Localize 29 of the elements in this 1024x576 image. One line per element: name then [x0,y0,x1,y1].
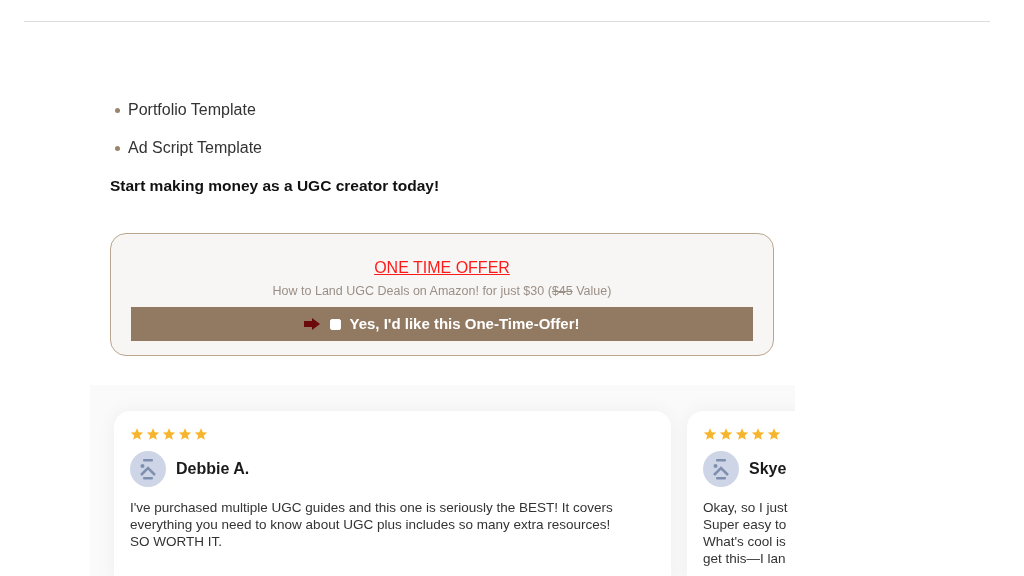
star-icon [735,427,749,442]
review-text: Okay, so I just [703,499,788,517]
star-icon [130,427,144,442]
star-icon [178,427,192,442]
bullet-icon [115,107,120,113]
reviewer-name: Skye [749,459,787,480]
list-item: Ad Script Template [128,138,262,158]
bullet-icon [115,145,120,151]
offer-subtitle: How to Land UGC Deals on Amazon! for just $30 ($45 Value) [272,283,612,301]
review-text: What's cool is [703,533,786,551]
star-icon [719,427,733,442]
review-text: I've purchased multiple UGC guides and this one is seriously the BEST! It covers everything you need to know about UGC plus includes so many extra resources! SO WORTH IT. [130,499,614,551]
reviewer-name: Debbie A. [176,459,250,480]
star-icon [751,427,765,442]
star-icon [703,427,717,442]
star-icon [194,427,208,442]
star-icon [146,427,160,442]
star-icon [767,427,781,442]
heading: Start making money as a UGC creator today! [110,176,440,196]
list-item: Portfolio Template [128,100,256,120]
review-text: get this—I lan [703,550,786,568]
checkbox-label: Yes, I'd like this One-Time-Offer! [349,313,580,334]
avatar-icon [703,451,739,488]
arrow-icon [304,318,321,330]
offer-title: ONE TIME OFFER [374,258,510,279]
avatar-icon [130,451,166,488]
review-text: Super easy to [703,516,787,534]
star-icon [162,427,176,442]
checkbox[interactable] [330,318,342,330]
